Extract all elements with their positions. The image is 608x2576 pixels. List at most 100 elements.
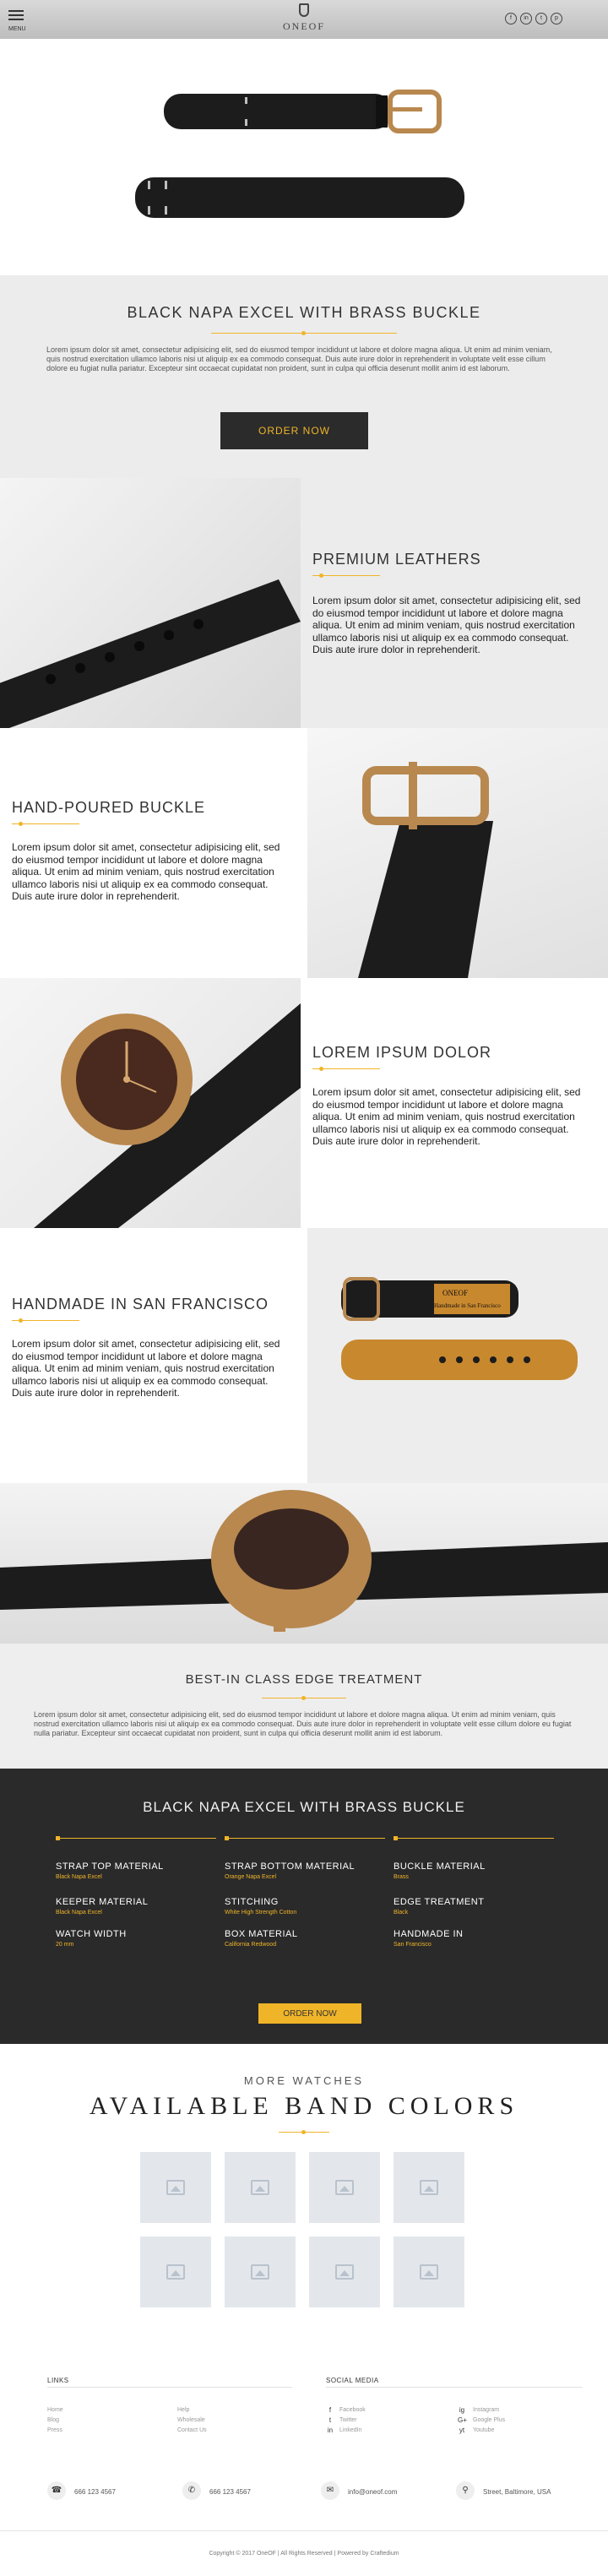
image-placeholder-icon [420, 2264, 438, 2280]
footer-link-blog[interactable]: Blog [47, 2417, 59, 2423]
footer-link-press[interactable]: Press [47, 2427, 62, 2433]
spec-strap-bottom: STRAP BOTTOM MATERIAL Orange Napa Excel [225, 1861, 377, 1880]
twitter-icon[interactable]: t [326, 2416, 334, 2424]
site-header: MENU ONEOF f in t p [0, 0, 608, 39]
spec-rule-dot [56, 1836, 60, 1840]
footer-link-contact[interactable]: Contact Us [177, 2427, 207, 2433]
google-plus-icon[interactable]: G+ [458, 2416, 467, 2424]
footer-link-home[interactable]: Home [47, 2407, 63, 2413]
header-socials: f in t p [505, 13, 562, 24]
facebook-icon[interactable]: f [505, 13, 517, 24]
footer-social-instagram[interactable]: Instagram [473, 2407, 499, 2413]
logo-text: ONEOF [282, 20, 325, 32]
spec-keeper: KEEPER MATERIAL Black Napa Excel [56, 1897, 208, 1916]
band-wide-image [0, 1483, 608, 1644]
phone-icon: ☎ [47, 2481, 66, 2500]
feature-hand-poured-buckle: HAND-POURED BUCKLE Lorem ipsum dolor sit… [0, 728, 608, 978]
copyright: Copyright © 2017 OneOF | All Rights Rese… [209, 2551, 399, 2557]
footer-social-google-plus[interactable]: Google Plus [473, 2417, 505, 2423]
order-now-button[interactable]: ORDER NOW [220, 412, 368, 449]
spec-value: Brass [394, 1874, 409, 1880]
contact-email[interactable]: info@oneof.com [348, 2488, 397, 2496]
band-color-thumb[interactable] [394, 2236, 464, 2307]
feature-description: Lorem ipsum dolor sit amet, consectetur … [12, 841, 280, 902]
logo[interactable]: ONEOF [274, 3, 334, 33]
spec-value: California Redwood [225, 1942, 277, 1948]
hamburger-icon-bar[interactable] [8, 19, 24, 20]
hamburger-icon-bar[interactable] [8, 14, 24, 16]
product-intro: BLACK NAPA EXCEL WITH BRASS BUCKLE Lorem… [0, 275, 608, 478]
band-color-thumb[interactable] [140, 2236, 211, 2307]
divider-dot [301, 1696, 306, 1700]
spec-key: BUCKLE MATERIAL [394, 1861, 486, 1872]
menu-button[interactable] [8, 10, 24, 23]
band-color-thumb[interactable] [309, 2152, 380, 2223]
pinterest-icon[interactable]: p [551, 13, 562, 24]
product-specs: BLACK NAPA EXCEL WITH BRASS BUCKLE STRAP… [0, 1769, 608, 2044]
hamburger-icon[interactable] [8, 10, 24, 12]
image-placeholder-icon [251, 2180, 269, 2195]
more-title: AVAILABLE BAND COLORS [89, 2092, 519, 2120]
page: MENU ONEOF f in t p BLACK NAPA EXCEL WIT… [0, 0, 608, 2576]
instagram-icon[interactable]: ig [458, 2406, 466, 2414]
footer-rule [326, 2387, 583, 2388]
feature-divider [312, 1066, 380, 1073]
spec-rule-dot [225, 1836, 229, 1840]
band-color-thumb[interactable] [225, 2236, 296, 2307]
spec-key: STRAP BOTTOM MATERIAL [225, 1861, 356, 1872]
footer-social-title: SOCIAL MEDIA [326, 2377, 379, 2384]
spec-rule [225, 1838, 385, 1839]
footer-rule [47, 2387, 292, 2388]
twitter-icon[interactable]: t [535, 13, 547, 24]
footer-link-wholesale[interactable]: Wholesale [177, 2417, 205, 2423]
footer-link-help[interactable]: Help [177, 2407, 189, 2413]
image-placeholder-icon [166, 2264, 185, 2280]
feature-divider [12, 1318, 79, 1324]
feature-image-strap-underside: ONEOF Handmade in San Francisco [307, 1228, 608, 1483]
more-subtitle: MORE WATCHES [243, 2074, 365, 2087]
site-footer: LINKS Home Blog Press Help Wholesale Con… [0, 2331, 608, 2576]
footer-social-youtube[interactable]: Youtube [473, 2427, 494, 2433]
spec-key: HANDMADE IN [394, 1929, 464, 1939]
menu-label[interactable]: MENU [8, 26, 26, 32]
contact-mobile[interactable]: 666 123 4567 [209, 2488, 251, 2496]
footer-links-title: LINKS [47, 2377, 69, 2384]
more-divider [279, 2129, 329, 2136]
mobile-icon: ✆ [182, 2481, 201, 2500]
spec-value: Black Napa Excel [56, 1874, 102, 1880]
feature-text-block: HANDMADE IN SAN FRANCISCO Lorem ipsum do… [0, 1228, 307, 1483]
spec-rule [394, 1838, 554, 1839]
band-color-thumb[interactable] [394, 2152, 464, 2223]
feature-text-block: PREMIUM LEATHERS Lorem ipsum dolor sit a… [301, 478, 608, 728]
linkedin-icon[interactable]: in [520, 13, 532, 24]
feature-text-block: HAND-POURED BUCKLE Lorem ipsum dolor sit… [0, 728, 307, 978]
footer-social-facebook[interactable]: Facebook [339, 2407, 366, 2413]
image-placeholder-icon [335, 2180, 354, 2195]
spec-key: BOX MATERIAL [225, 1929, 298, 1939]
spec-strap-top: STRAP TOP MATERIAL Black Napa Excel [56, 1861, 208, 1880]
contact-phone[interactable]: 666 123 4567 [74, 2488, 116, 2496]
facebook-icon[interactable]: f [326, 2406, 334, 2414]
spec-stitching: STITCHING White High Strength Cotton [225, 1897, 377, 1916]
spec-watch-width: WATCH WIDTH 20 mm [56, 1929, 208, 1948]
spec-key: EDGE TREATMENT [394, 1897, 485, 1907]
divider-dot [19, 822, 23, 826]
linkedin-icon[interactable]: in [326, 2427, 334, 2434]
feature-handmade-sf: HANDMADE IN SAN FRANCISCO Lorem ipsum do… [0, 1228, 608, 1483]
band-color-thumb[interactable] [225, 2152, 296, 2223]
spec-box: BOX MATERIAL California Redwood [225, 1929, 377, 1948]
band-color-thumb[interactable] [309, 2236, 380, 2307]
spec-value: White High Strength Cotton [225, 1910, 297, 1916]
spec-value: 20 mm [56, 1942, 74, 1948]
band-color-thumb[interactable] [140, 2152, 211, 2223]
more-watches: MORE WATCHES AVAILABLE BAND COLORS [0, 2044, 608, 2331]
youtube-icon[interactable]: yt [458, 2427, 466, 2434]
edge-treatment: BEST-IN CLASS EDGE TREATMENT Lorem ipsum… [0, 1644, 608, 1769]
email-icon: ✉ [321, 2481, 339, 2500]
footer-social-twitter[interactable]: Twitter [339, 2417, 357, 2423]
order-now-button-secondary[interactable]: ORDER NOW [258, 2003, 361, 2024]
feature-divider [12, 821, 79, 828]
footer-social-linkedin[interactable]: LinkedIn [339, 2427, 361, 2433]
footer-bottom-rule [0, 2530, 608, 2531]
spec-value: Black Napa Excel [56, 1910, 102, 1916]
